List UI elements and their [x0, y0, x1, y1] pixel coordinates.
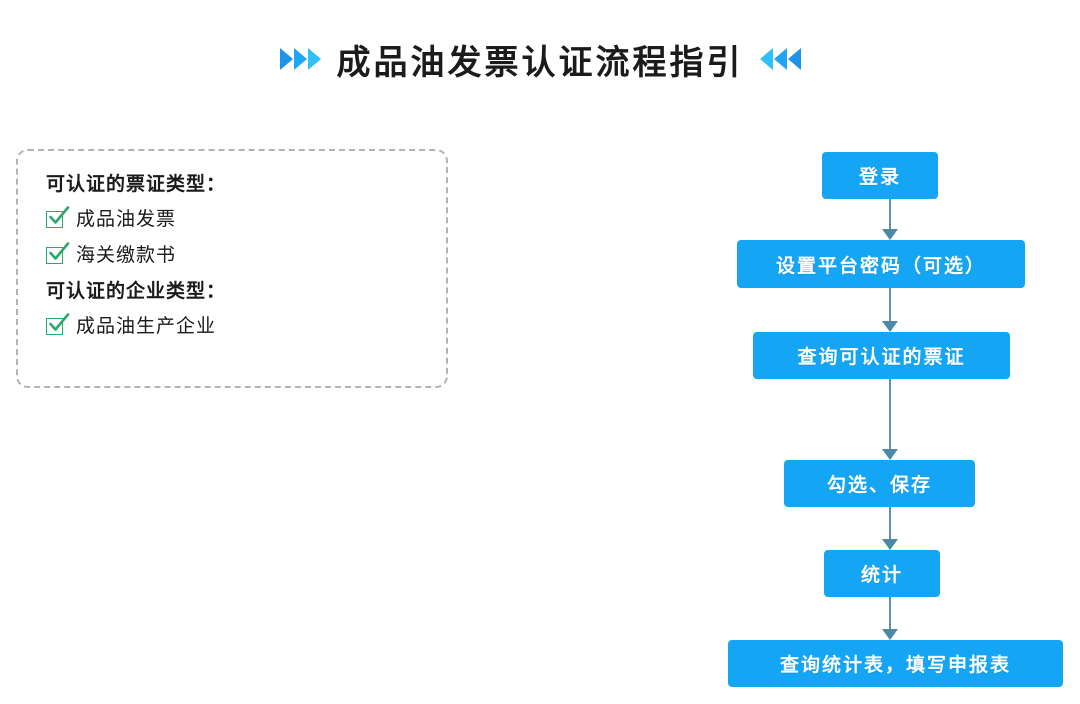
flow-step-label: 查询统计表，填写申报表: [779, 654, 1011, 676]
list-item-label: 海关缴款书: [76, 244, 177, 266]
list-item: 成品油发票: [46, 206, 446, 230]
flow-connector-arrow: [882, 597, 898, 640]
checkmark-icon: [46, 242, 70, 264]
info-heading-enterprise-types: 可认证的企业类型：: [46, 280, 227, 302]
checkmark-icon: [46, 206, 70, 228]
list-item: 海关缴款书: [46, 242, 446, 266]
flow-step-label: 设置平台密码（可选）: [775, 254, 986, 277]
info-heading-document-types: 可认证的票证类型：: [46, 173, 227, 195]
page-title-bar: 成品油发票认证流程指引: [0, 30, 1080, 88]
page-title: 成品油发票认证流程指引: [336, 42, 744, 83]
flow-step-label: 统计: [860, 564, 903, 586]
flow-step-query-certifiable-documents[interactable]: 查询可认证的票证: [753, 332, 1010, 379]
flow-connector-arrow: [882, 199, 898, 240]
info-panel: 可认证的票证类型： 成品油发票 海关缴款书 可认证的企业类型： 成品油生产企业: [16, 149, 448, 388]
flow-step-login[interactable]: 登录: [822, 152, 938, 199]
flow-step-query-stats-fill-declaration[interactable]: 查询统计表，填写申报表: [728, 640, 1063, 687]
flow-step-select-and-save[interactable]: 勾选、保存: [784, 460, 975, 507]
flow-step-set-platform-password[interactable]: 设置平台密码（可选）: [737, 240, 1025, 288]
flow-connector-arrow: [882, 379, 898, 460]
flow-step-label: 勾选、保存: [826, 474, 932, 496]
triple-triangle-left-icon: [759, 44, 801, 74]
flow-step-label: 登录: [858, 166, 901, 188]
flow-connector-arrow: [882, 288, 898, 332]
flow-step-statistics[interactable]: 统计: [824, 550, 940, 597]
flow-step-label: 查询可认证的票证: [797, 346, 966, 368]
checkmark-icon: [46, 313, 70, 335]
list-item-label: 成品油生产企业: [76, 315, 217, 337]
list-item-label: 成品油发票: [76, 208, 177, 230]
list-item: 成品油生产企业: [46, 313, 446, 337]
process-flowchart: 登录 设置平台密码（可选） 查询可认证的票证 勾选、保存 统计 查询统计表，填写…: [700, 140, 1080, 704]
triple-triangle-right-icon: [279, 44, 321, 74]
flow-connector-arrow: [882, 507, 898, 550]
